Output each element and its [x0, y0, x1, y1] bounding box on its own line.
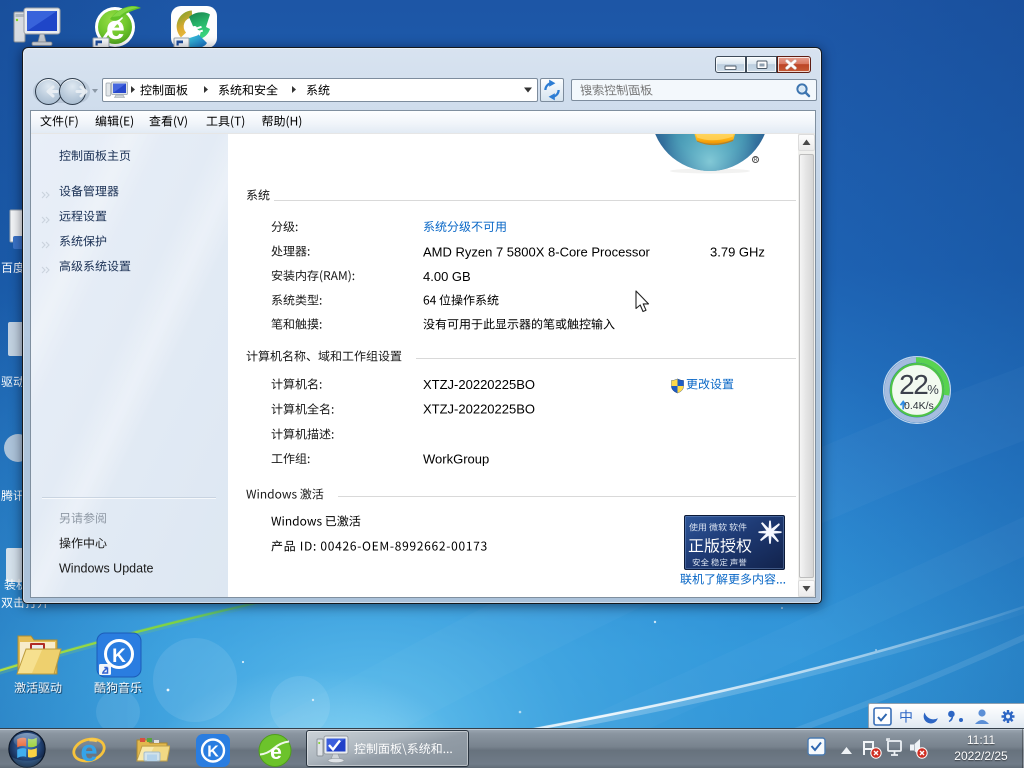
svg-text:K: K — [207, 744, 219, 761]
svg-text:K: K — [112, 646, 126, 667]
svg-text:e: e — [80, 733, 97, 766]
